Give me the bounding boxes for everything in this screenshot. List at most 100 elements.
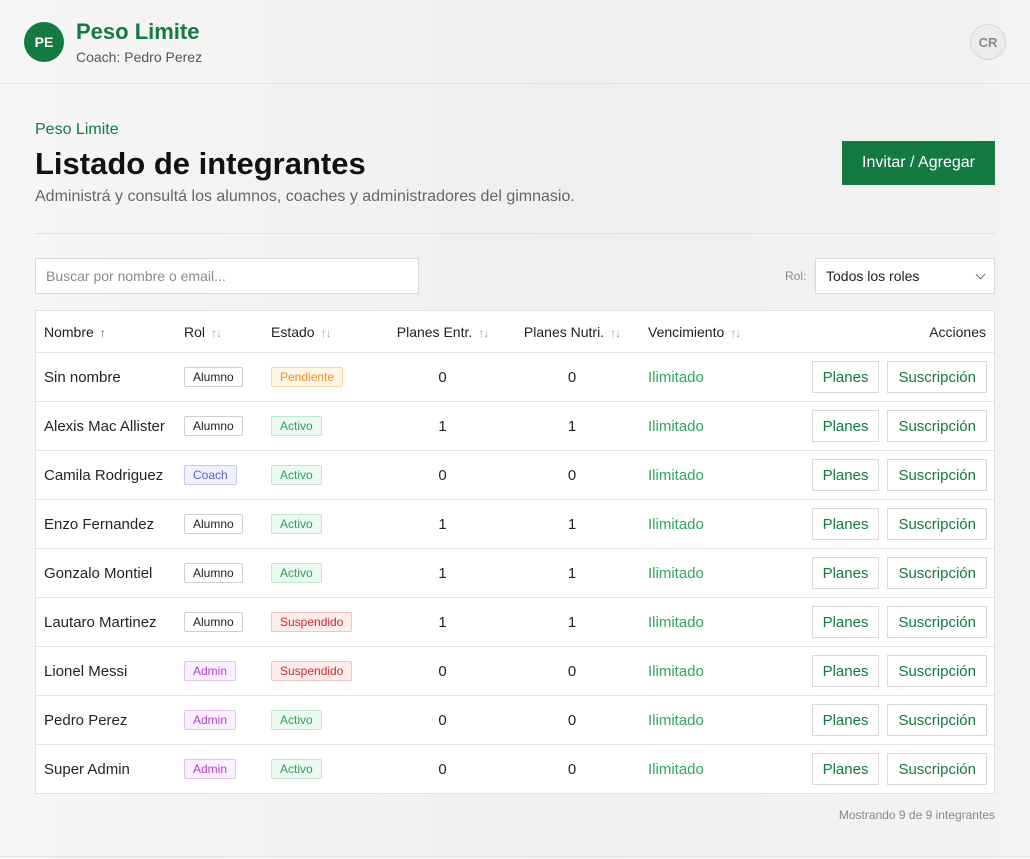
nutrition-plans-count: 1 (567, 564, 577, 582)
role-badge: Admin (184, 661, 237, 681)
member-name: Lionel Messi (44, 662, 128, 680)
role-badge: Alumno (184, 612, 243, 632)
brand-block: Peso Limite Coach: Pedro Perez (76, 19, 202, 65)
subscription-button[interactable]: Suscripción (887, 508, 987, 540)
member-name: Lautaro Martinez (44, 613, 157, 631)
training-plans-count: 1 (438, 417, 447, 435)
status-cell: Activo (271, 514, 376, 534)
plans-button[interactable]: Planes (811, 606, 880, 638)
col-header-rol[interactable]: Rol ↑↓ (184, 324, 271, 340)
invite-button[interactable]: Invitar / Agregar (842, 141, 995, 185)
plans-button[interactable]: Planes (811, 655, 880, 687)
chevron-down-icon (975, 269, 986, 279)
expiration-value: Ilimitado (648, 564, 704, 582)
subscription-button[interactable]: Suscripción (887, 704, 987, 736)
plans-button[interactable]: Planes (811, 459, 880, 491)
plans-button[interactable]: Planes (811, 753, 880, 785)
expiration-value: Ilimitado (648, 368, 704, 386)
training-plans-count: 1 (438, 613, 447, 631)
search-input[interactable] (35, 258, 419, 294)
row-actions: Planes Suscripción (785, 753, 994, 785)
nutrition-plans-count: 1 (567, 515, 577, 533)
role-badge: Admin (184, 759, 237, 779)
col-label: Nombre (44, 323, 94, 340)
table-row: Alexis Mac Allister Alumno Activo 1 1 Il… (36, 401, 994, 450)
role-select[interactable]: Todos los roles (815, 258, 995, 294)
col-header-nombre[interactable]: Nombre ↑ (36, 324, 184, 340)
col-header-planes-nutri[interactable]: Planes Nutri. ↑↓ (509, 324, 635, 340)
table-row: Pedro Perez Admin Activo 0 0 Ilimitado P… (36, 695, 994, 744)
col-label: Vencimiento (648, 323, 725, 340)
plans-button[interactable]: Planes (811, 557, 880, 589)
status-cell: Activo (271, 416, 376, 436)
status-badge: Suspendido (271, 661, 353, 681)
member-name: Super Admin (44, 760, 130, 778)
row-actions: Planes Suscripción (785, 704, 994, 736)
expiration-value: Ilimitado (648, 466, 704, 484)
plans-button[interactable]: Planes (811, 410, 880, 442)
table-body: Sin nombre Alumno Pendiente 0 0 Ilimitad… (36, 352, 994, 793)
status-badge: Activo (271, 416, 322, 436)
status-badge: Activo (271, 465, 322, 485)
col-label: Rol (184, 323, 206, 340)
training-plans-count: 0 (438, 662, 447, 680)
plans-button[interactable]: Planes (811, 361, 880, 393)
subscription-button[interactable]: Suscripción (887, 410, 987, 442)
row-actions: Planes Suscripción (785, 361, 994, 393)
sort-icon: ↑↓ (730, 325, 741, 340)
row-actions: Planes Suscripción (785, 557, 994, 589)
subscription-button[interactable]: Suscripción (887, 655, 987, 687)
member-name: Sin nombre (44, 368, 121, 386)
role-cell: Admin (184, 759, 271, 779)
status-cell: Activo (271, 759, 376, 779)
table-summary: Mostrando 9 de 9 integrantes (838, 808, 995, 822)
col-header-planes-entr[interactable]: Planes Entr. ↑↓ (376, 324, 509, 340)
subscription-button[interactable]: Suscripción (887, 606, 987, 638)
status-badge: Pendiente (271, 367, 344, 387)
nutrition-plans-count: 0 (567, 662, 577, 680)
role-cell: Alumno (184, 514, 271, 534)
divider (35, 233, 995, 234)
col-label: Acciones (929, 323, 986, 340)
col-label: Estado (271, 323, 315, 340)
member-name: Camila Rodriguez (44, 466, 164, 484)
role-badge: Alumno (184, 514, 243, 534)
table-row: Lautaro Martinez Alumno Suspendido 1 1 I… (36, 597, 994, 646)
subscription-button[interactable]: Suscripción (887, 459, 987, 491)
breadcrumb[interactable]: Peso Limite (35, 121, 119, 139)
table-row: Lionel Messi Admin Suspendido 0 0 Ilimit… (36, 646, 994, 695)
role-badge: Alumno (184, 367, 243, 387)
coach-label: Coach: Pedro Perez (76, 48, 203, 65)
members-table: Nombre ↑ Rol ↑↓ Estado ↑↓ Planes Entr. ↑↓ Pl… (35, 310, 995, 794)
member-name: Gonzalo Montiel (44, 564, 153, 582)
col-label: Planes Entr. (396, 323, 473, 340)
status-badge: Activo (271, 563, 322, 583)
plans-button[interactable]: Planes (811, 704, 880, 736)
col-header-estado[interactable]: Estado ↑↓ (271, 324, 376, 340)
page-title: Listado de integrantes (35, 146, 366, 181)
top-bar: PE Peso Limite Coach: Pedro Perez CR (0, 0, 1030, 84)
col-header-vencimiento[interactable]: Vencimiento ↑↓ (635, 324, 785, 340)
subscription-button[interactable]: Suscripción (887, 557, 987, 589)
status-badge: Suspendido (271, 612, 353, 632)
sort-icon: ↑↓ (610, 325, 621, 340)
plans-button[interactable]: Planes (811, 508, 880, 540)
status-badge: Activo (271, 710, 322, 730)
status-cell: Activo (271, 563, 376, 583)
role-filter-label: Rol: (785, 269, 807, 283)
training-plans-count: 0 (438, 368, 447, 386)
member-name: Alexis Mac Allister (44, 417, 165, 435)
role-cell: Alumno (184, 416, 271, 436)
table-row: Camila Rodriguez Coach Activo 0 0 Ilimit… (36, 450, 994, 499)
user-avatar[interactable]: CR (970, 24, 1006, 60)
member-name: Pedro Perez (44, 711, 128, 729)
training-plans-count: 0 (438, 760, 447, 778)
subscription-button[interactable]: Suscripción (887, 361, 987, 393)
nutrition-plans-count: 1 (567, 417, 577, 435)
sort-icon: ↑↓ (211, 325, 222, 340)
role-cell: Alumno (184, 612, 271, 632)
nutrition-plans-count: 0 (567, 368, 577, 386)
subscription-button[interactable]: Suscripción (887, 753, 987, 785)
nutrition-plans-count: 0 (567, 760, 577, 778)
role-cell: Admin (184, 661, 271, 681)
